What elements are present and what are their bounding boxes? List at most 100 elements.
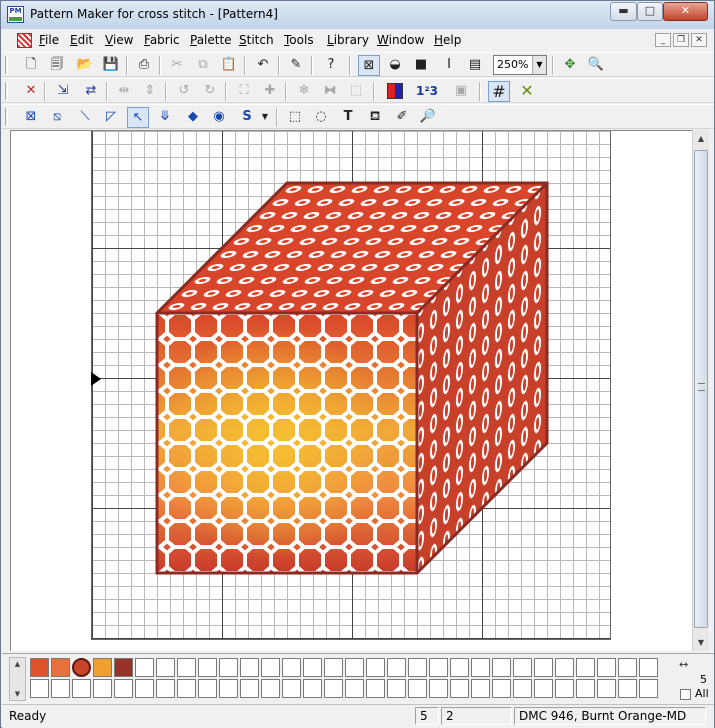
menu-fabric[interactable]: Fabric bbox=[144, 33, 180, 47]
palette-swatch[interactable] bbox=[618, 658, 637, 677]
palette-swatch[interactable] bbox=[450, 679, 469, 698]
menu-edit[interactable]: Edit bbox=[70, 33, 93, 47]
stitch-count-icon[interactable]: ▣ bbox=[450, 81, 472, 102]
palette-swatch[interactable] bbox=[534, 679, 553, 698]
palette-swatch[interactable] bbox=[114, 679, 133, 698]
reflect-icon[interactable]: ⧓ bbox=[319, 81, 341, 102]
grid-icon[interactable]: # bbox=[488, 81, 510, 102]
palette-swatch[interactable] bbox=[198, 658, 217, 677]
checkbox-icon[interactable] bbox=[680, 688, 691, 700]
palette-swatch[interactable] bbox=[345, 679, 364, 698]
fit-zoom-icon[interactable]: ✥ bbox=[559, 55, 581, 76]
palette-swatch[interactable] bbox=[93, 679, 112, 698]
mdi-minimize-button[interactable]: _ bbox=[655, 33, 671, 47]
save-icon[interactable]: 💾 bbox=[100, 55, 122, 76]
menu-tools[interactable]: Tools bbox=[284, 33, 314, 47]
palette-swatch[interactable] bbox=[198, 679, 217, 698]
palette-swatch[interactable] bbox=[471, 679, 490, 698]
palette-swatch[interactable] bbox=[324, 679, 343, 698]
palette-swatch[interactable] bbox=[366, 679, 385, 698]
menu-library[interactable]: Library bbox=[327, 33, 369, 47]
palette-swatch[interactable] bbox=[156, 658, 175, 677]
print-preview-icon[interactable]: ▤ bbox=[464, 55, 486, 76]
palette-swatch[interactable] bbox=[555, 658, 574, 677]
menu-view[interactable]: View bbox=[105, 33, 133, 47]
palette-swatch[interactable] bbox=[240, 658, 259, 677]
half-stitch-icon[interactable]: ⟍ bbox=[74, 107, 96, 128]
palette-swatch[interactable] bbox=[387, 658, 406, 677]
palette-swatch[interactable] bbox=[597, 658, 616, 677]
text-tool-icon[interactable]: T bbox=[337, 107, 359, 128]
palette-swatch[interactable] bbox=[282, 658, 301, 677]
rotate-left-icon[interactable]: ↺ bbox=[173, 81, 195, 102]
palette-swatch[interactable] bbox=[303, 679, 322, 698]
backstitch-view-icon[interactable]: ✕ bbox=[516, 81, 538, 102]
zoom-icon[interactable]: 🔎 bbox=[417, 107, 439, 128]
help-icon[interactable]: ? bbox=[320, 55, 342, 76]
palette-swatch[interactable] bbox=[513, 658, 532, 677]
palette-swatch[interactable] bbox=[576, 658, 595, 677]
palette-swatch[interactable] bbox=[72, 658, 91, 677]
palette-swatch[interactable] bbox=[555, 679, 574, 698]
palette-scrollbar[interactable]: ▲ ▼ bbox=[9, 657, 26, 701]
quarter-stitch-icon[interactable]: ◸ bbox=[100, 107, 122, 128]
scroll-up-button[interactable]: ▲ bbox=[10, 660, 25, 668]
palette-swatch[interactable] bbox=[261, 658, 280, 677]
palette-swatch[interactable] bbox=[513, 679, 532, 698]
open-folder-icon[interactable]: 📂 bbox=[74, 55, 96, 76]
app-icon[interactable]: PM bbox=[7, 6, 24, 23]
palette-swatch[interactable] bbox=[30, 658, 49, 677]
minimize-button[interactable]: ▬ bbox=[610, 2, 637, 21]
palette-swatch[interactable] bbox=[282, 679, 301, 698]
swap-icon[interactable]: ⇄ bbox=[80, 81, 102, 102]
palette-swatch[interactable] bbox=[597, 679, 616, 698]
scroll-thumb[interactable] bbox=[694, 150, 708, 628]
palette-swatch[interactable] bbox=[618, 679, 637, 698]
lasso-select-icon[interactable]: ◌ bbox=[310, 107, 332, 128]
flip-vertical-icon[interactable]: ⇕ bbox=[139, 81, 161, 102]
paste-icon[interactable]: 📋 bbox=[218, 55, 240, 76]
symbol-view-icon[interactable]: ◒ bbox=[384, 55, 406, 76]
palette-swatch[interactable] bbox=[177, 658, 196, 677]
palette-swatch[interactable] bbox=[72, 679, 91, 698]
zoom-select[interactable]: 250% ▼ bbox=[493, 55, 547, 75]
toolbar-grip[interactable] bbox=[5, 108, 8, 126]
palette-swatch[interactable] bbox=[156, 679, 175, 698]
french-knot-icon[interactable]: ◆ bbox=[182, 107, 204, 128]
scroll-down-button[interactable]: ▼ bbox=[693, 634, 709, 651]
delete-icon[interactable]: ✕ bbox=[20, 81, 42, 102]
eyedropper-icon[interactable]: ✐ bbox=[391, 107, 413, 128]
print-icon[interactable]: ⎙ bbox=[133, 55, 155, 76]
special-stitch-icon[interactable]: S bbox=[236, 107, 258, 128]
palette-swatch[interactable] bbox=[492, 658, 511, 677]
edit-pattern-icon[interactable]: ✎ bbox=[285, 55, 307, 76]
palette-swatch[interactable] bbox=[240, 679, 259, 698]
fill-bucket-icon[interactable]: ⛾ bbox=[364, 107, 386, 128]
maximize-button[interactable]: □ bbox=[637, 2, 663, 21]
rect-select-icon[interactable]: ⬚ bbox=[284, 107, 306, 128]
all-checkbox[interactable]: All bbox=[680, 687, 709, 700]
palette-swatch[interactable] bbox=[387, 679, 406, 698]
palette-swatch[interactable] bbox=[408, 658, 427, 677]
palette-swatch[interactable] bbox=[471, 658, 490, 677]
chevron-down-icon[interactable]: ▼ bbox=[532, 56, 546, 74]
palette-swatch[interactable] bbox=[219, 679, 238, 698]
palette-swatch[interactable] bbox=[261, 679, 280, 698]
undo-icon[interactable]: ↶ bbox=[252, 55, 274, 76]
backstitch-icon[interactable]: ↖ bbox=[127, 107, 149, 128]
toolbar-grip[interactable] bbox=[5, 82, 8, 100]
palette-swatch[interactable] bbox=[429, 679, 448, 698]
document-icon[interactable] bbox=[17, 33, 32, 48]
vertical-scrollbar[interactable]: ▲ ▼ bbox=[692, 130, 709, 651]
fill-selection-icon[interactable]: ⬚ bbox=[345, 81, 367, 102]
menu-file[interactable]: File bbox=[39, 33, 59, 47]
palette-swatch[interactable] bbox=[345, 658, 364, 677]
text-view-icon[interactable]: I bbox=[438, 55, 460, 76]
palette-swatch[interactable] bbox=[177, 679, 196, 698]
palette-swatch[interactable] bbox=[450, 658, 469, 677]
pattern-canvas[interactable] bbox=[10, 130, 692, 651]
puzzle-icon[interactable]: ✚ bbox=[259, 81, 281, 102]
palette-swatch[interactable] bbox=[30, 679, 49, 698]
palette-swatch[interactable] bbox=[114, 658, 133, 677]
toolbar-grip[interactable] bbox=[5, 56, 8, 74]
